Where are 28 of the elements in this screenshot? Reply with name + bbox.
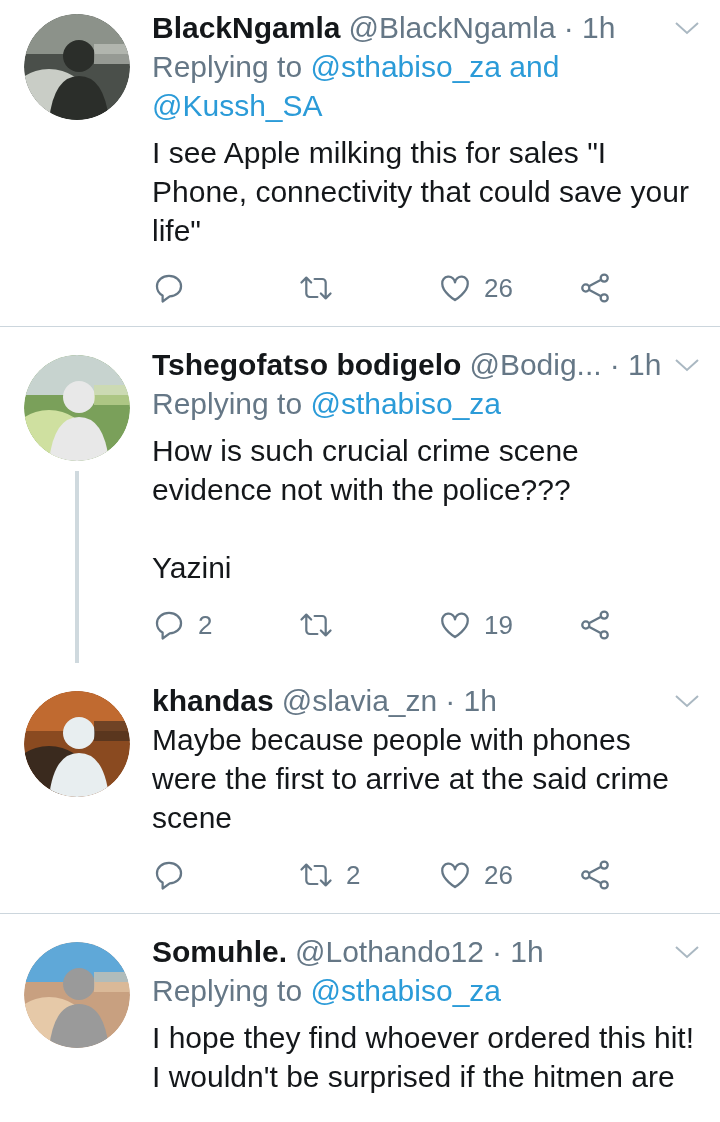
timestamp: · 1h <box>445 683 497 719</box>
author-handle: @slavia_zn <box>281 683 438 719</box>
reply-count: 2 <box>198 608 213 642</box>
author-handle: @BlackNgamla <box>348 10 556 46</box>
like-count: 26 <box>484 858 513 892</box>
tweet-text: Yazini <box>152 550 233 586</box>
retweet-count: 2 <box>346 858 361 892</box>
tweet-text: How is such crucial crime scene evidence not with the police??? <box>152 433 580 508</box>
timestamp: · 1h <box>491 934 544 970</box>
tweet-text: I see Apple milking this for sales "I Phone, connectivity that could save your life" <box>152 135 690 249</box>
share-icon[interactable] <box>578 608 612 642</box>
author-handle: @Lothando12 <box>295 934 484 970</box>
share-icon[interactable] <box>578 858 612 892</box>
author-name[interactable]: Tshegofatso bodigelo <box>152 342 462 387</box>
author-name[interactable]: Somuhle. <box>152 929 287 974</box>
author-name[interactable]: BlackNgamla <box>152 5 341 50</box>
timestamp: · 1h <box>563 10 616 46</box>
replying-to-text: Replying to @sthabiso_za and @Kussh_SA <box>152 49 561 124</box>
tweet-text: I hope they find whoever ordered this hit! I wouldn't be surprised if the hitmen are <box>152 1020 695 1095</box>
replying-to-text: Replying to @sthabiso_za <box>152 973 502 1009</box>
like-count: 19 <box>484 608 513 642</box>
author-name[interactable]: khandas <box>152 678 274 723</box>
tweet-text: Maybe because people with phones were the first to arrive at the said crime scene <box>152 722 670 836</box>
share-icon[interactable] <box>578 271 612 305</box>
replying-to-text: Replying to @sthabiso_za <box>152 386 502 422</box>
timestamp: · 1h <box>609 347 662 383</box>
like-count: 26 <box>484 271 513 305</box>
author-handle: @Bodig... <box>469 347 602 383</box>
